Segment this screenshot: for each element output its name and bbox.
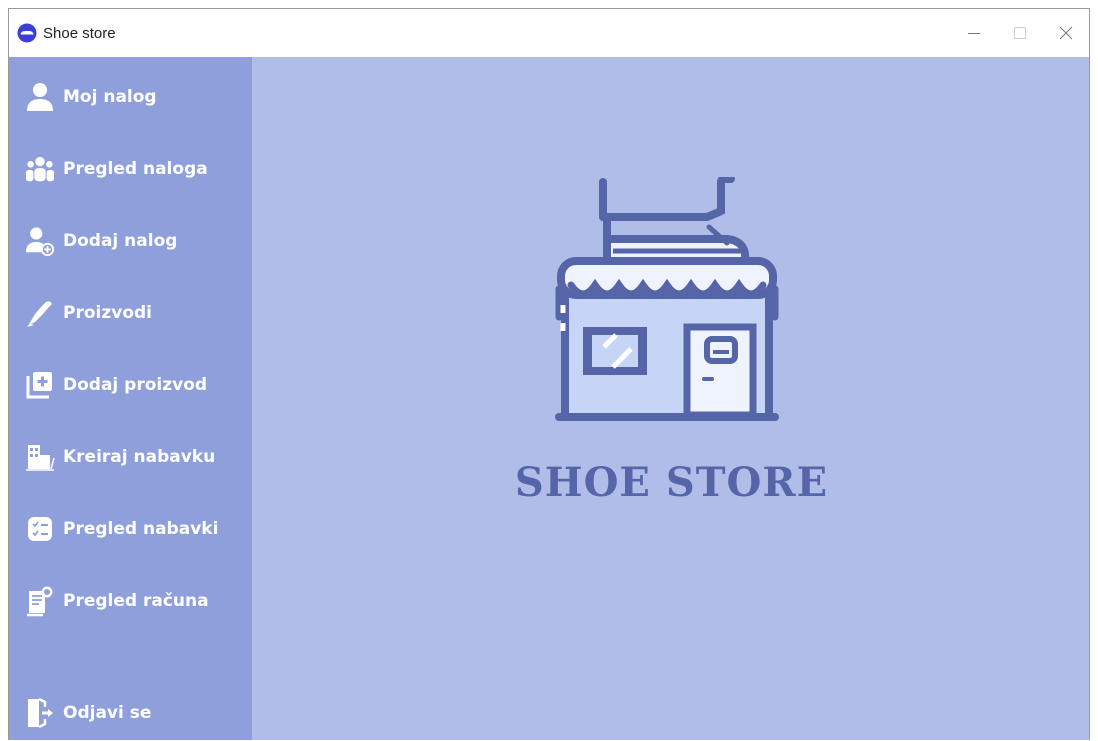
sidebar-item-kreiraj-nabavku[interactable]: Kreiraj nabavku xyxy=(9,429,252,485)
sidebar-item-proizvodi[interactable]: Proizvodi xyxy=(9,285,252,341)
sidebar-item-label: Moj nalog xyxy=(63,87,157,107)
title-bar: Shoe store xyxy=(9,9,1089,57)
sidebar-item-pregled-naloga[interactable]: Pregled naloga xyxy=(9,141,252,197)
sidebar-item-dodaj-nalog[interactable]: Dodaj nalog xyxy=(9,213,252,269)
maximize-button[interactable] xyxy=(997,9,1043,57)
sidebar-item-moj-nalog[interactable]: Moj nalog xyxy=(9,69,252,125)
brand-title: SHOE STORE xyxy=(514,459,829,506)
sidebar-item-label: Dodaj nalog xyxy=(63,231,178,251)
user-icon xyxy=(25,82,55,112)
close-button[interactable] xyxy=(1043,9,1089,57)
sidebar-item-odjavi-se[interactable]: Odjavi se xyxy=(9,685,252,741)
sidebar-item-pregled-racuna[interactable]: Pregled računa xyxy=(9,573,252,629)
sidebar-item-label: Pregled računa xyxy=(63,591,209,611)
close-icon xyxy=(1059,26,1073,40)
shoe-store-logo-icon xyxy=(555,177,779,421)
sidebar-item-label: Pregled naloga xyxy=(63,159,208,179)
receipt-icon xyxy=(25,586,55,617)
window-controls xyxy=(951,9,1089,57)
minimize-button[interactable] xyxy=(951,9,997,57)
checklist-icon xyxy=(25,514,55,544)
sidebar-item-label: Dodaj proizvod xyxy=(63,375,208,395)
shoe-icon xyxy=(25,298,55,328)
main-content: SHOE STORE xyxy=(252,57,1089,740)
logout-icon xyxy=(25,697,55,729)
add-user-icon xyxy=(25,226,55,256)
add-product-icon xyxy=(25,370,55,400)
sidebar: Moj nalog Pregled naloga Dodaj nalog Pro… xyxy=(9,57,252,740)
window-title: Shoe store xyxy=(43,24,116,42)
sidebar-item-label: Pregled nabavki xyxy=(63,519,219,539)
app-window: Shoe store Moj nalog Pregled naloga Doda… xyxy=(8,8,1090,740)
sidebar-item-label: Proizvodi xyxy=(63,303,153,323)
sidebar-item-label: Kreiraj nabavku xyxy=(63,447,216,467)
sidebar-item-pregled-nabavki[interactable]: Pregled nabavki xyxy=(9,501,252,557)
app-icon xyxy=(17,23,37,43)
maximize-icon xyxy=(1014,27,1026,39)
warehouse-icon xyxy=(25,442,55,472)
sidebar-item-label: Odjavi se xyxy=(63,703,152,723)
users-group-icon xyxy=(25,154,55,184)
minimize-icon xyxy=(968,33,980,34)
sidebar-item-dodaj-proizvod[interactable]: Dodaj proizvod xyxy=(9,357,252,413)
